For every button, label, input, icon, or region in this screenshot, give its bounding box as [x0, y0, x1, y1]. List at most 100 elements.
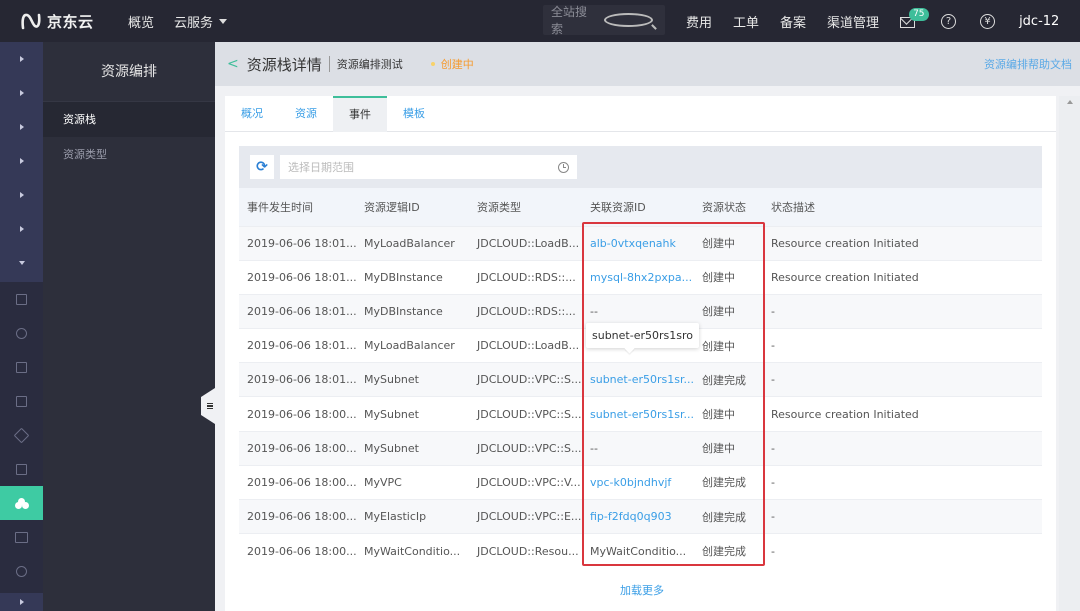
date-range-input[interactable]: 选择日期范围	[280, 155, 577, 179]
status-description-cell: -	[763, 498, 1042, 534]
event-time-cell: 2019-06-06 18:00...	[239, 464, 356, 500]
rail-expand-2[interactable]	[0, 76, 43, 110]
tab-overview[interactable]: 概况	[225, 96, 279, 132]
mail-icon[interactable]: 75	[900, 8, 929, 28]
nav-tickets[interactable]: 工单	[733, 12, 759, 31]
tab-template[interactable]: 模板	[387, 96, 441, 132]
resource-status-cell: 创建完成	[694, 362, 763, 397]
resource-status-cell: 创建中	[694, 225, 763, 261]
chevron-right-icon	[19, 226, 24, 232]
resource-id-cell: --	[582, 430, 694, 466]
global-search-input[interactable]: 全站搜索	[543, 5, 665, 36]
date-range-placeholder: 选择日期范围	[288, 161, 354, 174]
col-header-resource-type[interactable]: 资源类型	[469, 188, 582, 226]
rail-settings[interactable]	[0, 554, 43, 588]
col-header-resource-id[interactable]: 关联资源ID	[582, 188, 694, 226]
stack-name: 资源编排测试	[336, 58, 403, 71]
search-icon[interactable]	[604, 13, 653, 27]
help-docs-link[interactable]: 资源编排帮助文档	[984, 56, 1072, 72]
table-row: 2019-06-06 18:00... MyVPC JDCLOUD::VPC::V.…	[239, 464, 1042, 500]
chevron-right-icon	[19, 192, 24, 198]
chevron-right-icon	[19, 599, 24, 605]
resource-id-cell[interactable]: mysql-8hx2pxpa...	[582, 259, 694, 295]
status-description-cell: -	[763, 533, 1042, 568]
user-account-menu[interactable]: jdc-12	[1019, 14, 1059, 29]
sidebar-item-stacks[interactable]: 资源栈	[43, 102, 215, 137]
table-row: 2019-06-06 18:00... MySubnet JDCLOUD::VPC:…	[239, 396, 1042, 432]
resource-type-cell: JDCLOUD::VPC::S...	[469, 362, 582, 397]
rail-expand-5[interactable]	[0, 178, 43, 212]
resource-type-cell: JDCLOUD::VPC::E...	[469, 498, 582, 534]
page-scrollbar[interactable]	[1059, 96, 1080, 611]
resource-status-cell: 创建中	[694, 328, 763, 363]
status-description-cell: -	[763, 464, 1042, 500]
table-row: 2019-06-06 18:00... MyWaitConditio... JDCL…	[239, 533, 1042, 568]
logical-id-cell: MySubnet	[356, 396, 469, 432]
nav-overview[interactable]: 概览	[128, 12, 154, 31]
col-header-logical-id[interactable]: 资源逻辑ID	[356, 188, 469, 226]
refresh-button[interactable]: ⟳	[250, 155, 274, 179]
scroll-up-icon[interactable]	[1066, 100, 1073, 104]
resource-type-cell: JDCLOUD::RDS::...	[469, 259, 582, 295]
page-title: 资源栈详情	[246, 55, 322, 74]
back-icon[interactable]: <	[227, 56, 239, 72]
status-description-cell: -	[763, 430, 1042, 466]
resource-status-cell: 创建完成	[694, 464, 763, 500]
resource-status-cell: 创建完成	[694, 533, 763, 568]
rail-image[interactable]	[0, 350, 43, 384]
rail-resource-orchestration[interactable]	[0, 486, 43, 520]
logical-id-cell: MyElasticIp	[356, 498, 469, 534]
col-header-resource-status[interactable]: 资源状态	[694, 188, 763, 226]
resource-id-cell[interactable]: alb-0vtxqenahk	[582, 225, 694, 261]
nav-channel-management[interactable]: 渠道管理	[827, 12, 879, 31]
filter-bar: ⟳ 选择日期范围	[239, 146, 1042, 188]
rail-expand-6[interactable]	[0, 212, 43, 246]
clock-icon	[558, 161, 569, 173]
tab-resources[interactable]: 资源	[279, 96, 333, 132]
load-more-link[interactable]: 加载更多	[620, 582, 664, 598]
nav-cloud-services[interactable]: 云服务	[174, 12, 228, 31]
product-rail	[0, 42, 43, 611]
resource-id-cell[interactable]: subnet-er50rs1sr...	[582, 362, 694, 397]
rail-edit[interactable]	[0, 452, 43, 486]
sidebar-title: 资源编排	[43, 42, 215, 102]
page-header: < 资源栈详情 资源编排测试 创建中 资源编排帮助文档	[215, 42, 1080, 86]
rail-expand-bottom[interactable]	[0, 593, 43, 611]
logical-id-cell: MyWaitConditio...	[356, 533, 469, 568]
rail-collapse[interactable]	[0, 246, 43, 280]
col-header-status-description[interactable]: 状态描述	[763, 188, 1042, 226]
status-description-cell: Resource creation Initiated	[763, 225, 1042, 261]
rail-monitor[interactable]	[0, 384, 43, 418]
rail-target[interactable]	[0, 316, 43, 350]
rail-list[interactable]	[0, 520, 43, 554]
col-header-event-time[interactable]: 事件发生时间	[239, 188, 356, 226]
document-icon	[16, 293, 27, 305]
rail-document[interactable]	[0, 282, 43, 316]
logical-id-cell: MySubnet	[356, 362, 469, 397]
resource-id-cell[interactable]: fip-f2fdq0q903	[582, 498, 694, 534]
resource-id-cell: MyWaitConditio...	[582, 533, 694, 568]
table-row: 2019-06-06 18:00... MySubnet JDCLOUD::VPC:…	[239, 430, 1042, 466]
logical-id-cell: MyLoadBalancer	[356, 328, 469, 363]
rail-expand-1[interactable]	[0, 42, 43, 76]
brand-logo[interactable]: 京东云	[20, 11, 120, 32]
sidebar-item-resource-types[interactable]: 资源类型	[43, 137, 215, 172]
help-icon[interactable]: ?	[941, 13, 957, 29]
event-time-cell: 2019-06-06 18:01...	[239, 259, 356, 295]
rail-expand-4[interactable]	[0, 144, 43, 178]
resource-id-cell[interactable]: subnet-er50rs1sr...	[582, 396, 694, 432]
resource-status-cell: 创建中	[694, 259, 763, 295]
table-row: 2019-06-06 18:00... MyElasticIp JDCLOUD::V…	[239, 498, 1042, 534]
resource-id-cell[interactable]: vpc-k0bjndhvjf	[582, 464, 694, 500]
rail-expand-3[interactable]	[0, 110, 43, 144]
event-time-cell: 2019-06-06 18:00...	[239, 533, 356, 568]
status-description-cell: -	[763, 328, 1042, 363]
nav-billing[interactable]: 费用	[686, 12, 712, 31]
rail-tag[interactable]	[0, 418, 43, 452]
nav-filing[interactable]: 备案	[780, 12, 806, 31]
currency-icon[interactable]: ¥	[980, 13, 996, 29]
logical-id-cell: MySubnet	[356, 430, 469, 466]
resource-status-cell: 创建完成	[694, 498, 763, 534]
tab-events[interactable]: 事件	[333, 96, 387, 132]
logical-id-cell: MyDBInstance	[356, 259, 469, 295]
